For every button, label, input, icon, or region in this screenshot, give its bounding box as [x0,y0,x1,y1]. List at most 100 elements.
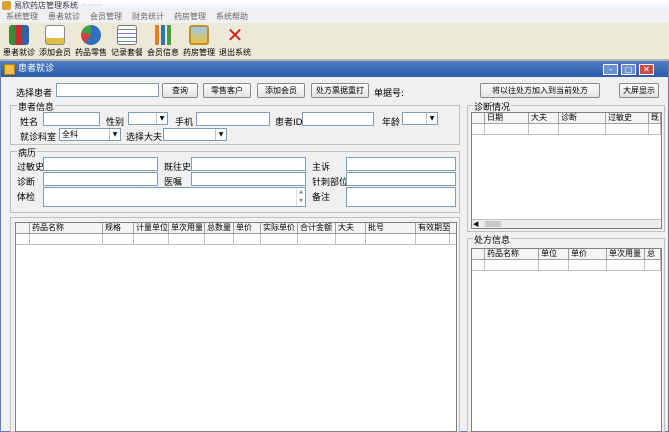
col-dose[interactable]: 单次用量 [169,223,205,233]
window-title: 患者就诊 [18,64,55,74]
col-total[interactable]: 总 [645,249,661,259]
gender-select[interactable]: ▼ [128,112,168,125]
col-diagnosis[interactable]: 诊断 [559,113,606,123]
row-indicator [16,223,30,233]
toolbar-retail-button[interactable]: 药品零售 [73,25,109,59]
past-history-label: 既往史 [164,163,192,173]
remark-input[interactable] [346,187,456,207]
col-allergy[interactable]: 过敏史 [606,113,649,123]
scroll-thumb[interactable] [485,221,501,227]
past-history-input[interactable] [191,157,306,171]
window-icon [4,64,15,75]
remark-label: 备注 [312,193,331,203]
app-title: 易欣药店管理系统 [14,1,78,10]
table-row[interactable] [16,234,456,245]
allergy-input[interactable] [43,157,158,171]
name-input[interactable] [43,112,100,126]
col-expiry[interactable]: 有效期至 [416,223,450,233]
col-doctor[interactable]: 大夫 [529,113,559,123]
diagnosis-grid[interactable]: 日期 大夫 诊断 过敏史既 ◀ [471,112,662,229]
col-drug-name[interactable]: 药品名称 [485,249,539,259]
toolbar-exit-button[interactable]: ✕ 退出系统 [217,25,253,59]
col-spec[interactable]: 规格 [103,223,134,233]
select-patient-label: 选择患者 [16,89,53,99]
age-label: 年龄 [382,118,401,128]
select-patient-input[interactable] [56,83,159,97]
chevron-down-icon: ▼ [109,129,120,140]
col-price[interactable]: 单价 [569,249,607,259]
table-row[interactable] [472,260,661,271]
order-no-label: 单据号: [374,89,405,99]
scroll-left-icon[interactable]: ◀ [473,220,478,228]
app-title-suffix: ········ [82,1,103,10]
toolbar-pharmacy-button[interactable]: 药房管理 [181,25,217,59]
dept-select[interactable]: 全科 ▼ [59,128,121,141]
prescription-grid[interactable]: 药品名称 单位 单价 单次用量总 [471,248,662,432]
menu-pharmacy[interactable]: 药房管理 [174,11,206,23]
patient-id-input[interactable] [302,112,374,126]
menu-help[interactable]: 系统帮助 [216,11,248,23]
window-title-bar: 患者就诊 – □ ✕ [1,62,668,77]
col-dose[interactable]: 单次用量 [607,249,645,259]
reprint-button[interactable]: 处方票据重打 [311,83,369,98]
diagnosis-input[interactable] [43,172,158,186]
chevron-down-icon: ▼ [426,113,437,124]
menu-system[interactable]: 系统管理 [6,11,38,23]
acupoint-label: 针刺部位 [312,178,349,188]
col-doctor[interactable]: 大夫 [336,223,366,233]
prescription-panel-title: 处方信息 [473,233,512,246]
allergy-label: 过敏史 [17,163,45,173]
advice-input[interactable] [191,172,306,186]
complaint-input[interactable] [346,157,456,171]
col-price[interactable]: 单价 [234,223,261,233]
menu-patient[interactable]: 患者就诊 [48,11,80,23]
table-row[interactable] [472,124,661,135]
books-icon [9,25,29,45]
drug-grid-header: 药品名称 规格 计量单位 单次用量 总数量 单价 实际单价 合计金额 大夫 批号 有效期至 [16,223,456,234]
add-previous-rx-button[interactable]: 将以往处方加入到当前处方 [480,83,600,98]
maximize-button[interactable]: □ [621,64,636,75]
doctor-label: 选择大夫 [126,133,163,143]
col-amount[interactable]: 合计金额 [298,223,336,233]
horizontal-scrollbar[interactable]: ◀ [472,219,661,228]
drug-grid[interactable]: 药品名称 规格 计量单位 单次用量 总数量 单价 实际单价 合计金额 大夫 批号 有效期至 [15,222,457,432]
scrollbar[interactable]: ▲ ▼ [296,188,305,206]
row-indicator [472,249,485,259]
bar-chart-icon [153,25,173,45]
col-date[interactable]: 日期 [485,113,529,123]
col-unit[interactable]: 计量单位 [134,223,169,233]
app-title-bar: 易欣药店管理系统 ········ [0,0,669,11]
list-icon [117,25,137,45]
walkin-customer-button[interactable]: 零售客户 [203,83,251,98]
col-actual-price[interactable]: 实际单价 [261,223,298,233]
toolbar-add-member-button[interactable]: 添加会员 [37,25,73,59]
col-drug-name[interactable]: 药品名称 [30,223,103,233]
menu-finance[interactable]: 财务统计 [132,11,164,23]
minimize-button[interactable]: – [603,64,618,75]
acupoint-input[interactable] [346,172,456,186]
col-past[interactable]: 既 [649,113,661,123]
toolbar: 患者就诊 添加会员 药品零售 记录套餐 会员信息 药房管理 ✕ 退出系统 [0,23,669,60]
toolbar-member-info-button[interactable]: 会员信息 [145,25,181,59]
add-member-button[interactable]: 添加会员 [257,83,305,98]
prescription-grid-header: 药品名称 单位 单价 单次用量总 [472,249,661,260]
phone-input[interactable] [196,112,270,126]
pie-chart-icon [81,25,101,45]
diagnosis-label: 诊断 [17,178,36,188]
exam-textarea[interactable]: ▲ ▼ [43,187,306,207]
menu-member[interactable]: 会员管理 [90,11,122,23]
phone-label: 手机 [175,118,194,128]
menu-bar: 系统管理 患者就诊 会员管理 财务统计 药房管理 系统帮助 [0,11,669,23]
toolbar-package-button[interactable]: 记录套餐 [109,25,145,59]
patient-id-label: 患者ID [275,118,303,128]
age-select[interactable]: ▼ [402,112,438,125]
col-batch[interactable]: 批号 [366,223,416,233]
big-screen-button[interactable]: 大屏显示 [619,83,659,98]
query-button[interactable]: 查询 [162,83,198,98]
doctor-select[interactable]: ▼ [163,128,227,141]
row-indicator [472,113,485,123]
col-total-qty[interactable]: 总数量 [205,223,234,233]
close-window-button[interactable]: ✕ [639,64,654,75]
toolbar-patient-button[interactable]: 患者就诊 [1,25,37,59]
col-unit[interactable]: 单位 [539,249,569,259]
